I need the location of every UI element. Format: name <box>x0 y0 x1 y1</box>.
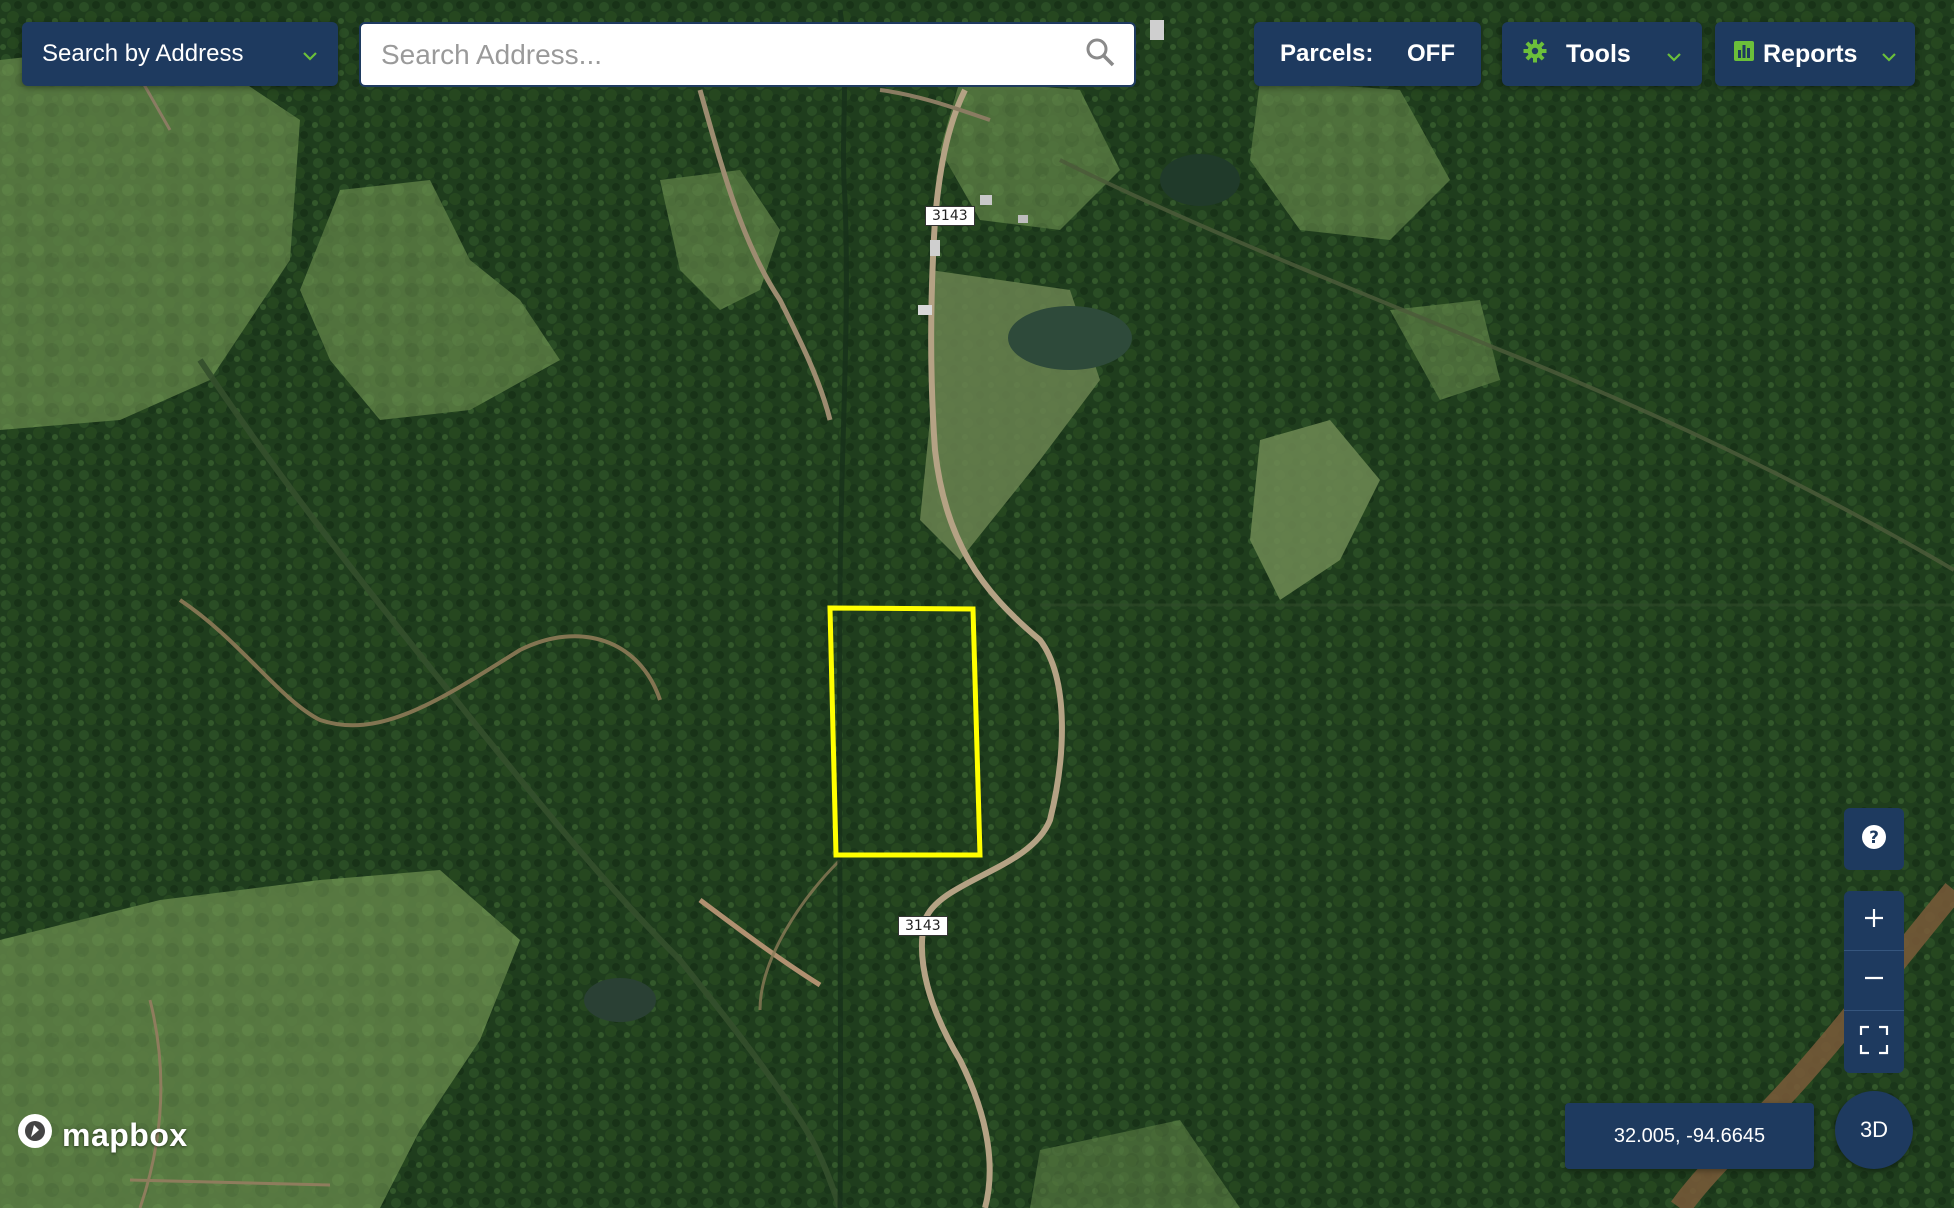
tools-dropdown[interactable]: Tools <box>1502 22 1702 86</box>
mapbox-logo-text: mapbox <box>62 1116 188 1153</box>
satellite-map[interactable] <box>0 0 1954 1208</box>
road-shield: 3143 <box>898 916 948 936</box>
magnifier-icon[interactable] <box>1084 36 1116 73</box>
question-circle-icon: ? <box>1860 823 1888 856</box>
reports-label: Reports <box>1763 39 1858 68</box>
coordinates-readout: 32.005, -94.6645 <box>1565 1103 1814 1169</box>
svg-text:?: ? <box>1869 828 1879 848</box>
bar-chart-icon <box>1733 40 1755 69</box>
3d-toggle-button[interactable]: 3D <box>1835 1091 1913 1169</box>
search-address-input[interactable] <box>379 37 1084 72</box>
tools-label: Tools <box>1566 39 1631 68</box>
help-button[interactable]: ? <box>1844 808 1904 870</box>
parcels-toggle[interactable]: Parcels: OFF <box>1254 22 1481 86</box>
mapbox-logo-icon <box>16 1112 54 1158</box>
coordinates-text: 32.005, -94.6645 <box>1613 1124 1766 1147</box>
search-mode-label: Search by Address <box>42 40 244 67</box>
chevron-down-icon <box>1881 40 1897 69</box>
zoom-in-button[interactable] <box>1844 891 1904 951</box>
parcels-label: Parcels: <box>1280 40 1374 67</box>
chevron-down-icon <box>302 40 318 68</box>
mapbox-logo[interactable]: mapbox <box>16 1112 188 1158</box>
road-shield: 3143 <box>925 206 975 226</box>
chevron-down-icon <box>1666 40 1682 69</box>
search-address-box[interactable] <box>359 22 1136 87</box>
reports-dropdown[interactable]: Reports <box>1715 22 1915 86</box>
3d-label: 3D <box>1859 1117 1889 1142</box>
zoom-out-button[interactable] <box>1844 951 1904 1011</box>
fullscreen-button[interactable] <box>1844 1011 1904 1073</box>
plus-icon <box>1862 906 1886 935</box>
search-mode-dropdown[interactable]: Search by Address <box>22 22 338 86</box>
minus-icon <box>1862 966 1886 995</box>
gear-icon <box>1522 38 1548 71</box>
fullscreen-icon <box>1859 1025 1889 1060</box>
parcels-state: OFF <box>1407 40 1455 67</box>
